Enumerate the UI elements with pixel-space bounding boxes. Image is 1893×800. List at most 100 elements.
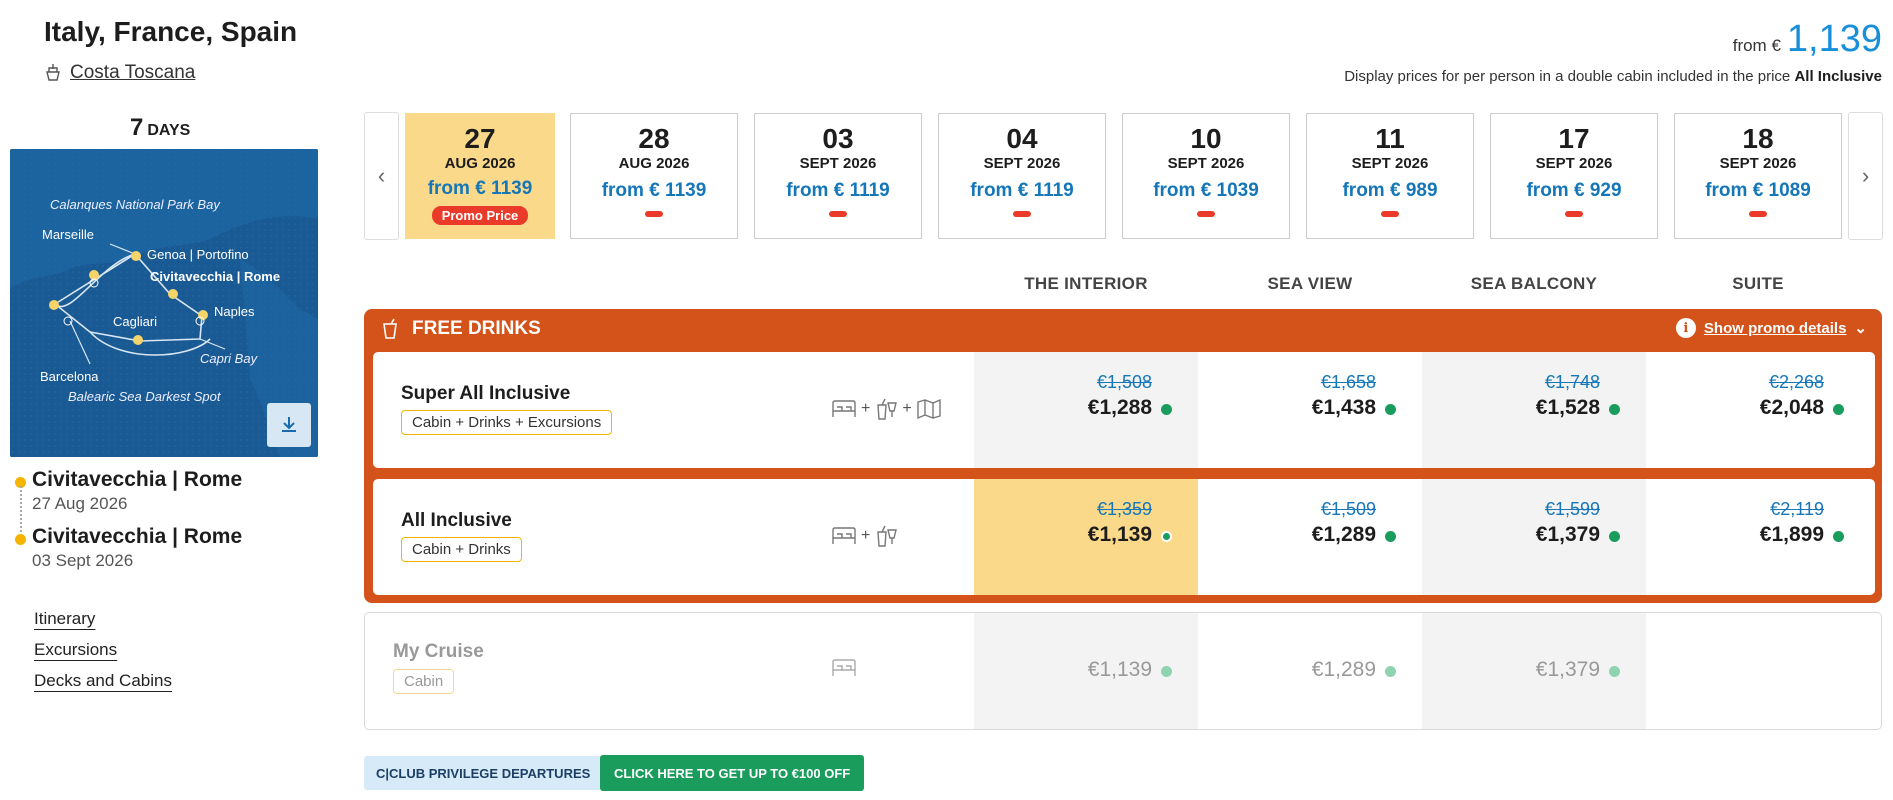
map-label-cagliari: Cagliari bbox=[113, 314, 158, 329]
arrival-port: Civitavecchia | Rome bbox=[32, 525, 243, 548]
availability-dot bbox=[1385, 404, 1396, 415]
plus-icon: + bbox=[902, 400, 912, 417]
cclub-privilege-button[interactable]: C|CLUB PRIVILEGE DEPARTURES bbox=[364, 756, 603, 790]
date-card[interactable]: 18 SEPT 2026 from € 1089 bbox=[1674, 113, 1842, 239]
map-icon bbox=[916, 398, 941, 420]
price-cell[interactable]: €2,268 €2,048 bbox=[1646, 352, 1870, 468]
current-price: €1,528 bbox=[1535, 396, 1600, 419]
map-label-balearic: Balearic Sea Darkest Spot bbox=[68, 389, 221, 404]
old-price: €1,599 bbox=[1544, 499, 1600, 519]
date-month: SEPT 2026 bbox=[1535, 155, 1613, 172]
map-label-capri: Capri Bay bbox=[200, 351, 258, 366]
availability-dot bbox=[1609, 531, 1620, 542]
date-price: from € 1039 bbox=[1153, 180, 1259, 201]
date-day: 03 bbox=[822, 123, 854, 154]
availability-dot bbox=[1609, 404, 1620, 415]
current-price: €1,379 bbox=[1535, 658, 1600, 681]
price-cell-empty bbox=[1646, 613, 1870, 729]
current-price: €1,289 bbox=[1311, 523, 1376, 546]
price-cell[interactable]: €1,509 €1,289 bbox=[1198, 479, 1422, 595]
date-day: 17 bbox=[1558, 123, 1590, 154]
current-price: €1,379 bbox=[1535, 523, 1600, 546]
chevron-left-icon: ‹ bbox=[377, 163, 386, 188]
promo-details-link[interactable]: i Show promo details ⌄ bbox=[1675, 318, 1867, 338]
itinerary-link[interactable]: Itinerary bbox=[34, 609, 95, 629]
fare-row-all-inclusive: All Inclusive Cabin + Drinks + €1,359 €1… bbox=[373, 479, 1875, 595]
chevron-right-icon: › bbox=[1861, 163, 1870, 188]
date-month: AUG 2026 bbox=[444, 155, 516, 172]
date-month: SEPT 2026 bbox=[1167, 155, 1245, 172]
date-card[interactable]: 17 SEPT 2026 from € 929 bbox=[1490, 113, 1658, 239]
old-price: €1,748 bbox=[1544, 372, 1600, 392]
date-day: 11 bbox=[1375, 123, 1405, 154]
price-cell[interactable]: €1,289 bbox=[1198, 613, 1422, 729]
promo-indicator bbox=[1565, 211, 1583, 217]
promo-indicator bbox=[829, 211, 847, 217]
old-price: €1,508 bbox=[1096, 372, 1152, 392]
date-month: SEPT 2026 bbox=[799, 155, 877, 172]
drinks-icon bbox=[877, 398, 898, 420]
date-price: from € 1119 bbox=[786, 180, 890, 201]
price-cell[interactable]: €2,119 €1,899 bbox=[1646, 479, 1870, 595]
fare-icons: + + bbox=[831, 397, 942, 421]
date-day: 10 bbox=[1190, 123, 1222, 154]
date-month: SEPT 2026 bbox=[1351, 155, 1429, 172]
map-label-barcelona: Barcelona bbox=[40, 369, 99, 384]
old-price: €1,509 bbox=[1320, 499, 1376, 519]
prev-dates-button[interactable]: ‹ bbox=[364, 112, 399, 240]
price-cell-selected[interactable]: €1,359 €1,139 bbox=[974, 479, 1198, 595]
drink-icon bbox=[383, 318, 397, 339]
date-month: AUG 2026 bbox=[618, 155, 690, 172]
from-label: from € bbox=[1732, 36, 1781, 55]
price-cell[interactable]: €1,599 €1,379 bbox=[1422, 479, 1646, 595]
current-price: €1,899 bbox=[1759, 523, 1824, 546]
days-number: 7 bbox=[130, 114, 144, 141]
date-price: from € 1139 bbox=[427, 178, 533, 199]
price-cell[interactable]: €1,139 bbox=[974, 613, 1198, 729]
availability-dot bbox=[1385, 666, 1396, 677]
price-cell[interactable]: €1,379 bbox=[1422, 613, 1646, 729]
drinks-icon bbox=[877, 525, 898, 547]
date-day: 04 bbox=[1006, 123, 1038, 154]
excursions-link[interactable]: Excursions bbox=[34, 640, 117, 660]
ship-link[interactable]: Costa Toscana bbox=[44, 62, 195, 84]
fare-tag: Cabin bbox=[393, 669, 455, 694]
date-card[interactable]: 11 SEPT 2026 from € 989 bbox=[1306, 113, 1474, 239]
route-line bbox=[20, 486, 22, 536]
bed-icon bbox=[832, 659, 856, 676]
date-card[interactable]: 10 SEPT 2026 from € 1039 bbox=[1122, 113, 1290, 239]
old-price: €1,359 bbox=[1096, 499, 1152, 519]
price-cell[interactable]: €1,748 €1,528 bbox=[1422, 352, 1646, 468]
next-dates-button[interactable]: › bbox=[1848, 112, 1883, 240]
bed-icon bbox=[832, 527, 856, 544]
date-price: from € 929 bbox=[1526, 180, 1622, 201]
date-day: 28 bbox=[638, 123, 670, 154]
promo-title-text: FREE DRINKS bbox=[412, 318, 541, 339]
download-icon bbox=[282, 417, 296, 432]
date-card[interactable]: 03 SEPT 2026 from € 1119 bbox=[754, 113, 922, 239]
decks-cabins-link[interactable]: Decks and Cabins bbox=[34, 671, 172, 691]
promo-indicator bbox=[1013, 211, 1031, 217]
discount-button[interactable]: CLICK HERE TO GET UP TO €100 OFF bbox=[600, 755, 865, 791]
arrival-dot bbox=[15, 534, 26, 545]
price-cell[interactable]: €1,658 €1,438 bbox=[1198, 352, 1422, 468]
price-cell[interactable]: €1,508 €1,288 bbox=[974, 352, 1198, 468]
map-download-button[interactable] bbox=[267, 403, 311, 447]
availability-dot bbox=[1161, 666, 1172, 677]
current-price: €1,288 bbox=[1087, 396, 1152, 419]
header-from-price: from € 1,139 bbox=[1733, 18, 1882, 61]
departure-date-strip: ‹ 27 AUG 2026 from € 1139 Promo Price 28… bbox=[364, 112, 1883, 240]
promo-details-label: Show promo details bbox=[1703, 319, 1847, 337]
promo-indicator bbox=[1197, 211, 1215, 217]
fare-name: My Cruise bbox=[393, 641, 484, 662]
old-price: €2,268 bbox=[1768, 372, 1824, 392]
current-price: €1,289 bbox=[1311, 658, 1376, 681]
date-card[interactable]: 04 SEPT 2026 from € 1119 bbox=[938, 113, 1106, 239]
arrival-date: 03 Sept 2026 bbox=[32, 551, 134, 570]
date-card[interactable]: 27 AUG 2026 from € 1139 Promo Price bbox=[405, 113, 555, 239]
fare-row-my-cruise: My Cruise Cabin €1,139 €1,289 €1,379 bbox=[364, 612, 1882, 730]
date-card[interactable]: 28 AUG 2026 from € 1139 bbox=[570, 113, 738, 239]
current-price: €2,048 bbox=[1759, 396, 1824, 419]
date-price: from € 989 bbox=[1342, 180, 1438, 201]
ship-name: Costa Toscana bbox=[70, 62, 196, 83]
